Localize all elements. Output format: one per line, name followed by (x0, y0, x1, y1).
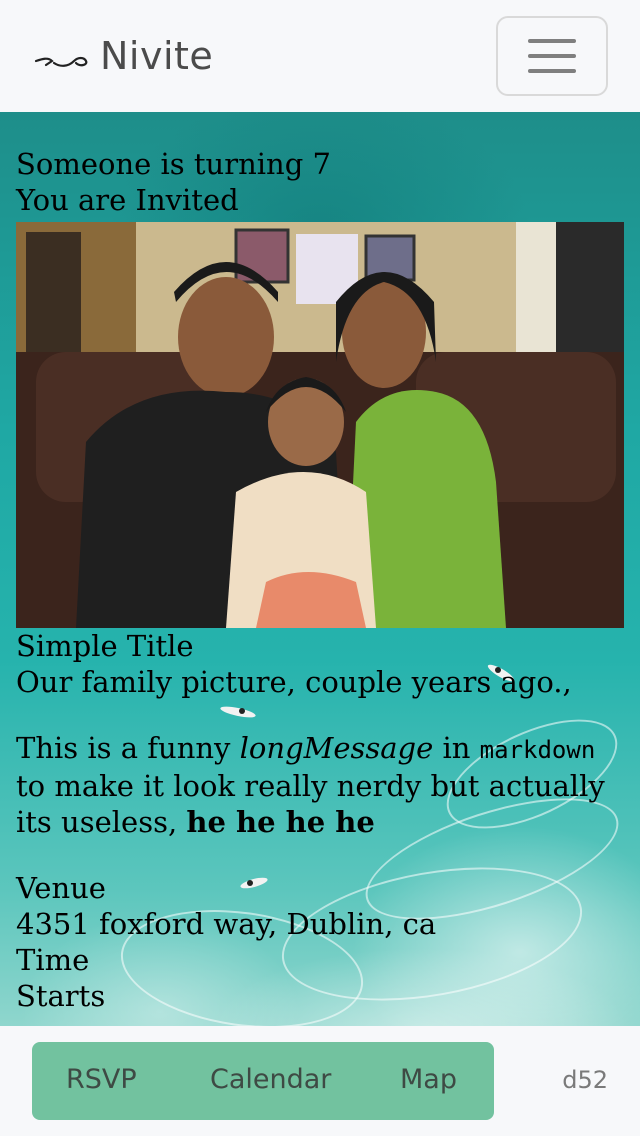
message-strong: he he he he (186, 805, 375, 839)
venue-label: Venue (16, 871, 106, 905)
rsvp-button[interactable]: RSVP (66, 1064, 137, 1095)
family-photo-illustration (16, 222, 624, 628)
invite-subheadline: You are Invited (16, 183, 239, 217)
nivite-logo-icon (34, 56, 88, 67)
starts-label: Starts (16, 979, 106, 1013)
message-text: This is a funny (16, 731, 240, 765)
bottom-action-bar: RSVP Calendar Map d52 (0, 1026, 640, 1136)
calendar-button[interactable]: Calendar (210, 1064, 331, 1095)
message-text: in (433, 731, 480, 765)
family-photo (16, 222, 624, 628)
brand-link[interactable]: Nivite (34, 34, 213, 78)
message-emphasis: longMessage (239, 731, 434, 765)
invite-headline: Someone is turning 7 (16, 147, 331, 181)
invitation-content: Someone is turning 7 You are Invited Sim… (16, 146, 624, 1014)
hamburger-menu-icon (528, 54, 576, 58)
action-button-group: RSVP Calendar Map (32, 1042, 494, 1120)
long-message: This is a funny longMessage in markdown … (16, 730, 624, 840)
map-button[interactable]: Map (400, 1064, 457, 1095)
photo-caption: Our family picture, couple years ago., (16, 665, 572, 699)
version-label: d52 (562, 1066, 608, 1094)
message-code: markdown (479, 736, 596, 764)
photo-title: Simple Title (16, 629, 194, 663)
hamburger-menu-button[interactable] (496, 16, 608, 96)
hamburger-menu-icon (528, 69, 576, 73)
brand-name: Nivite (100, 34, 214, 78)
top-navbar: Nivite (0, 0, 640, 112)
time-label: Time (16, 943, 90, 977)
venue-address: 4351 foxford way, Dublin, ca (16, 907, 437, 941)
hamburger-menu-icon (528, 39, 576, 43)
